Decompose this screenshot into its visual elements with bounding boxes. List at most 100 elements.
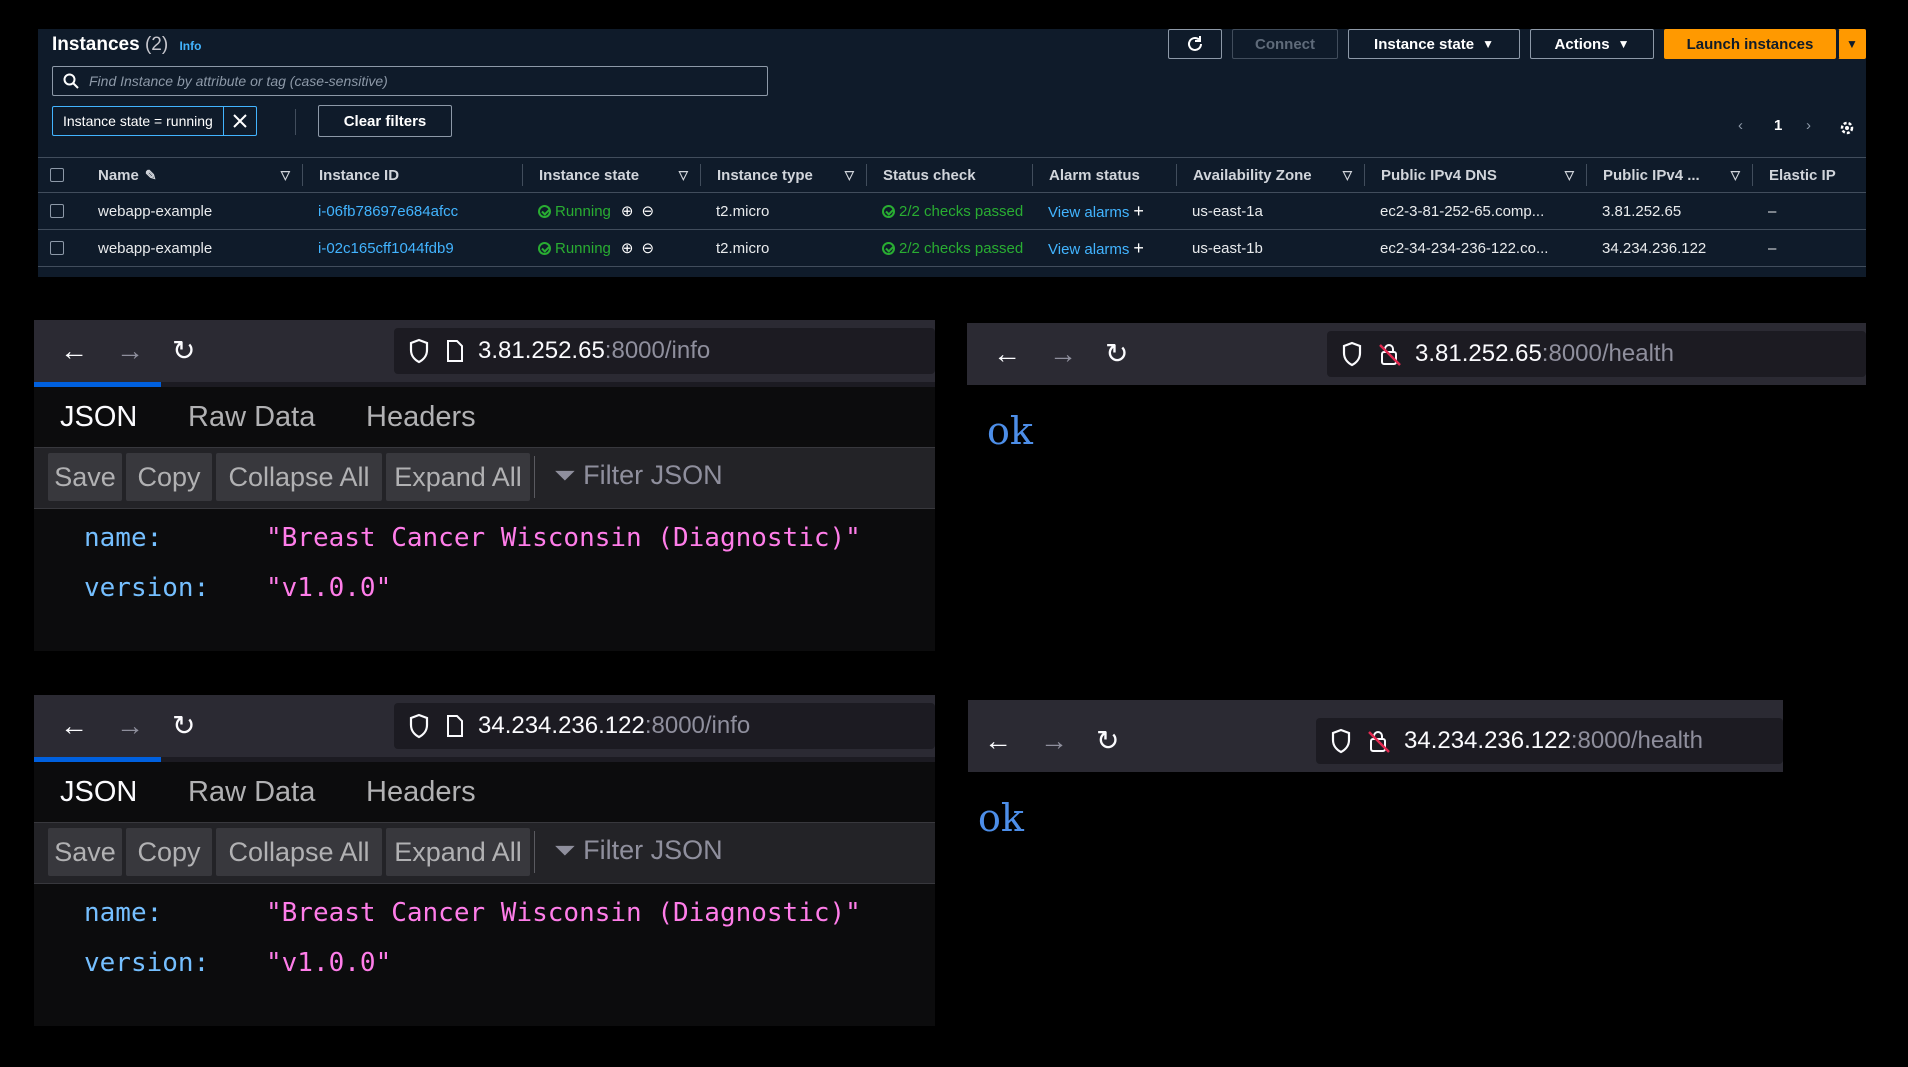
- col-instance-id[interactable]: Instance ID: [302, 164, 522, 186]
- forward-icon[interactable]: →: [1049, 339, 1077, 369]
- forward-icon[interactable]: →: [116, 711, 144, 741]
- json-value: "Breast Cancer Wisconsin (Diagnostic)": [266, 523, 861, 553]
- reload-icon[interactable]: ↻: [1105, 339, 1128, 369]
- instances-table: Name ✎ ▽ Instance ID Instance state ▽ Insta…: [38, 157, 1866, 267]
- tab-raw-data[interactable]: Raw Data: [188, 401, 315, 434]
- row-checkbox[interactable]: [50, 241, 64, 255]
- search-input[interactable]: [87, 72, 751, 90]
- tab-raw-data[interactable]: Raw Data: [188, 776, 315, 809]
- page-body: ok: [967, 385, 1866, 654]
- sort-icon[interactable]: ▽: [679, 168, 688, 182]
- connect-button[interactable]: Connect: [1232, 29, 1338, 59]
- collapse-all-button[interactable]: Collapse All: [216, 453, 382, 501]
- select-all-checkbox[interactable]: [50, 168, 64, 182]
- filter-icon: ⏷: [554, 835, 576, 865]
- reload-icon[interactable]: ↻: [1096, 726, 1119, 756]
- shield-icon: [1331, 728, 1351, 754]
- close-icon: [233, 114, 247, 128]
- col-elastic-ip[interactable]: Elastic IP: [1752, 164, 1866, 186]
- sort-icon[interactable]: ▽: [1731, 168, 1740, 182]
- sort-icon[interactable]: ▽: [281, 168, 290, 182]
- row-checkbox[interactable]: [50, 204, 64, 218]
- col-name[interactable]: Name ✎ ▽: [82, 164, 302, 186]
- collapse-all-button[interactable]: Collapse All: [216, 828, 382, 876]
- view-alarms-link[interactable]: View alarms +: [1032, 201, 1176, 222]
- col-status-check[interactable]: Status check: [866, 164, 1032, 186]
- instance-state-button[interactable]: Instance state ▼: [1348, 29, 1520, 59]
- zoom-in-icon[interactable]: ⊕: [621, 240, 634, 257]
- col-public-dns[interactable]: Public IPv4 DNS ▽: [1364, 164, 1586, 186]
- elastic-ip: –: [1768, 239, 1777, 257]
- sort-icon[interactable]: ▽: [1343, 168, 1352, 182]
- reload-icon[interactable]: ↻: [172, 711, 195, 741]
- settings-button[interactable]: [1838, 119, 1856, 142]
- col-availability-zone[interactable]: Availability Zone ▽: [1176, 164, 1364, 186]
- divider: [534, 831, 535, 873]
- col-public-ipv4[interactable]: Public IPv4 ... ▽: [1586, 164, 1752, 186]
- prev-page-icon[interactable]: ‹: [1738, 117, 1743, 134]
- url-host: 3.81.252.65: [1415, 340, 1542, 367]
- copy-button[interactable]: Copy: [126, 453, 212, 501]
- url-host: 34.234.236.122: [1404, 727, 1571, 754]
- page-body: ok: [968, 772, 1783, 1030]
- address-bar[interactable]: 3.81.252.65:8000/info: [394, 328, 935, 374]
- filter-json-input[interactable]: ⏷ Filter JSON: [554, 835, 723, 867]
- tab-json[interactable]: JSON: [60, 776, 137, 809]
- view-alarms-link[interactable]: View alarms +: [1032, 238, 1176, 259]
- save-button[interactable]: Save: [48, 453, 122, 501]
- table-row[interactable]: webapp-example i-06fb78697e684afcc Runni…: [38, 192, 1866, 230]
- tab-headers[interactable]: Headers: [366, 776, 476, 809]
- col-instance-state[interactable]: Instance state ▽: [522, 164, 700, 186]
- launch-instances-button[interactable]: Launch instances: [1664, 29, 1836, 59]
- instance-search[interactable]: [52, 66, 768, 96]
- json-toolbar: Save Copy Collapse All Expand All ⏷ Filt…: [34, 448, 935, 509]
- back-icon[interactable]: ←: [993, 339, 1021, 369]
- browser-window-info-2: ← → ↻ 34.234.236.122:8000/info JSON Raw …: [34, 695, 935, 1026]
- plus-icon[interactable]: +: [1133, 238, 1144, 258]
- clear-filters-button[interactable]: Clear filters: [318, 105, 452, 137]
- actions-button[interactable]: Actions ▼: [1530, 29, 1654, 59]
- sort-icon[interactable]: ▽: [1565, 168, 1574, 182]
- forward-icon[interactable]: →: [1040, 726, 1068, 756]
- zoom-out-icon[interactable]: ⊖: [641, 240, 654, 257]
- table-row[interactable]: webapp-example i-02c165cff1044fdb9 Runni…: [38, 229, 1866, 267]
- page-icon: [447, 715, 463, 737]
- back-icon[interactable]: ←: [984, 726, 1012, 756]
- zoom-out-icon[interactable]: ⊖: [641, 203, 654, 220]
- instance-id-link[interactable]: i-02c165cff1044fdb9: [302, 240, 522, 257]
- next-page-icon[interactable]: ›: [1806, 117, 1811, 134]
- col-alarm-status[interactable]: Alarm status: [1032, 164, 1176, 186]
- save-button[interactable]: Save: [48, 828, 122, 876]
- filter-icon: ⏷: [554, 460, 576, 490]
- remove-filter-button[interactable]: [224, 114, 256, 128]
- plus-icon[interactable]: +: [1133, 201, 1144, 221]
- copy-button[interactable]: Copy: [126, 828, 212, 876]
- edit-icon: ✎: [144, 166, 157, 183]
- forward-icon[interactable]: →: [116, 336, 144, 366]
- col-instance-type[interactable]: Instance type ▽: [700, 164, 866, 186]
- address-bar[interactable]: 34.234.236.122:8000/info: [394, 703, 935, 749]
- expand-all-button[interactable]: Expand All: [386, 453, 530, 501]
- json-viewer-tabs: JSON Raw Data Headers: [34, 387, 935, 448]
- json-viewer-tabs: JSON Raw Data Headers: [34, 762, 935, 823]
- tab-json[interactable]: JSON: [60, 401, 137, 434]
- launch-dropdown-button[interactable]: ▼: [1838, 29, 1866, 59]
- instance-id-link[interactable]: i-06fb78697e684afcc: [302, 203, 522, 220]
- divider: [295, 109, 296, 135]
- refresh-button[interactable]: [1168, 29, 1222, 59]
- tab-headers[interactable]: Headers: [366, 401, 476, 434]
- back-icon[interactable]: ←: [60, 711, 88, 741]
- back-icon[interactable]: ←: [60, 336, 88, 366]
- filter-json-input[interactable]: ⏷ Filter JSON: [554, 460, 723, 492]
- zoom-in-icon[interactable]: ⊕: [621, 203, 634, 220]
- info-link[interactable]: Info: [179, 39, 201, 53]
- caret-down-icon: ▼: [1617, 37, 1630, 51]
- page-number[interactable]: 1: [1774, 117, 1782, 134]
- address-bar[interactable]: 34.234.236.122:8000/health: [1316, 718, 1783, 764]
- address-bar[interactable]: 3.81.252.65:8000/health: [1327, 331, 1866, 377]
- caret-down-icon: ▼: [1482, 37, 1494, 51]
- reload-icon[interactable]: ↻: [172, 336, 195, 366]
- sort-icon[interactable]: ▽: [845, 168, 854, 182]
- expand-all-button[interactable]: Expand All: [386, 828, 530, 876]
- json-key: name:: [84, 898, 163, 928]
